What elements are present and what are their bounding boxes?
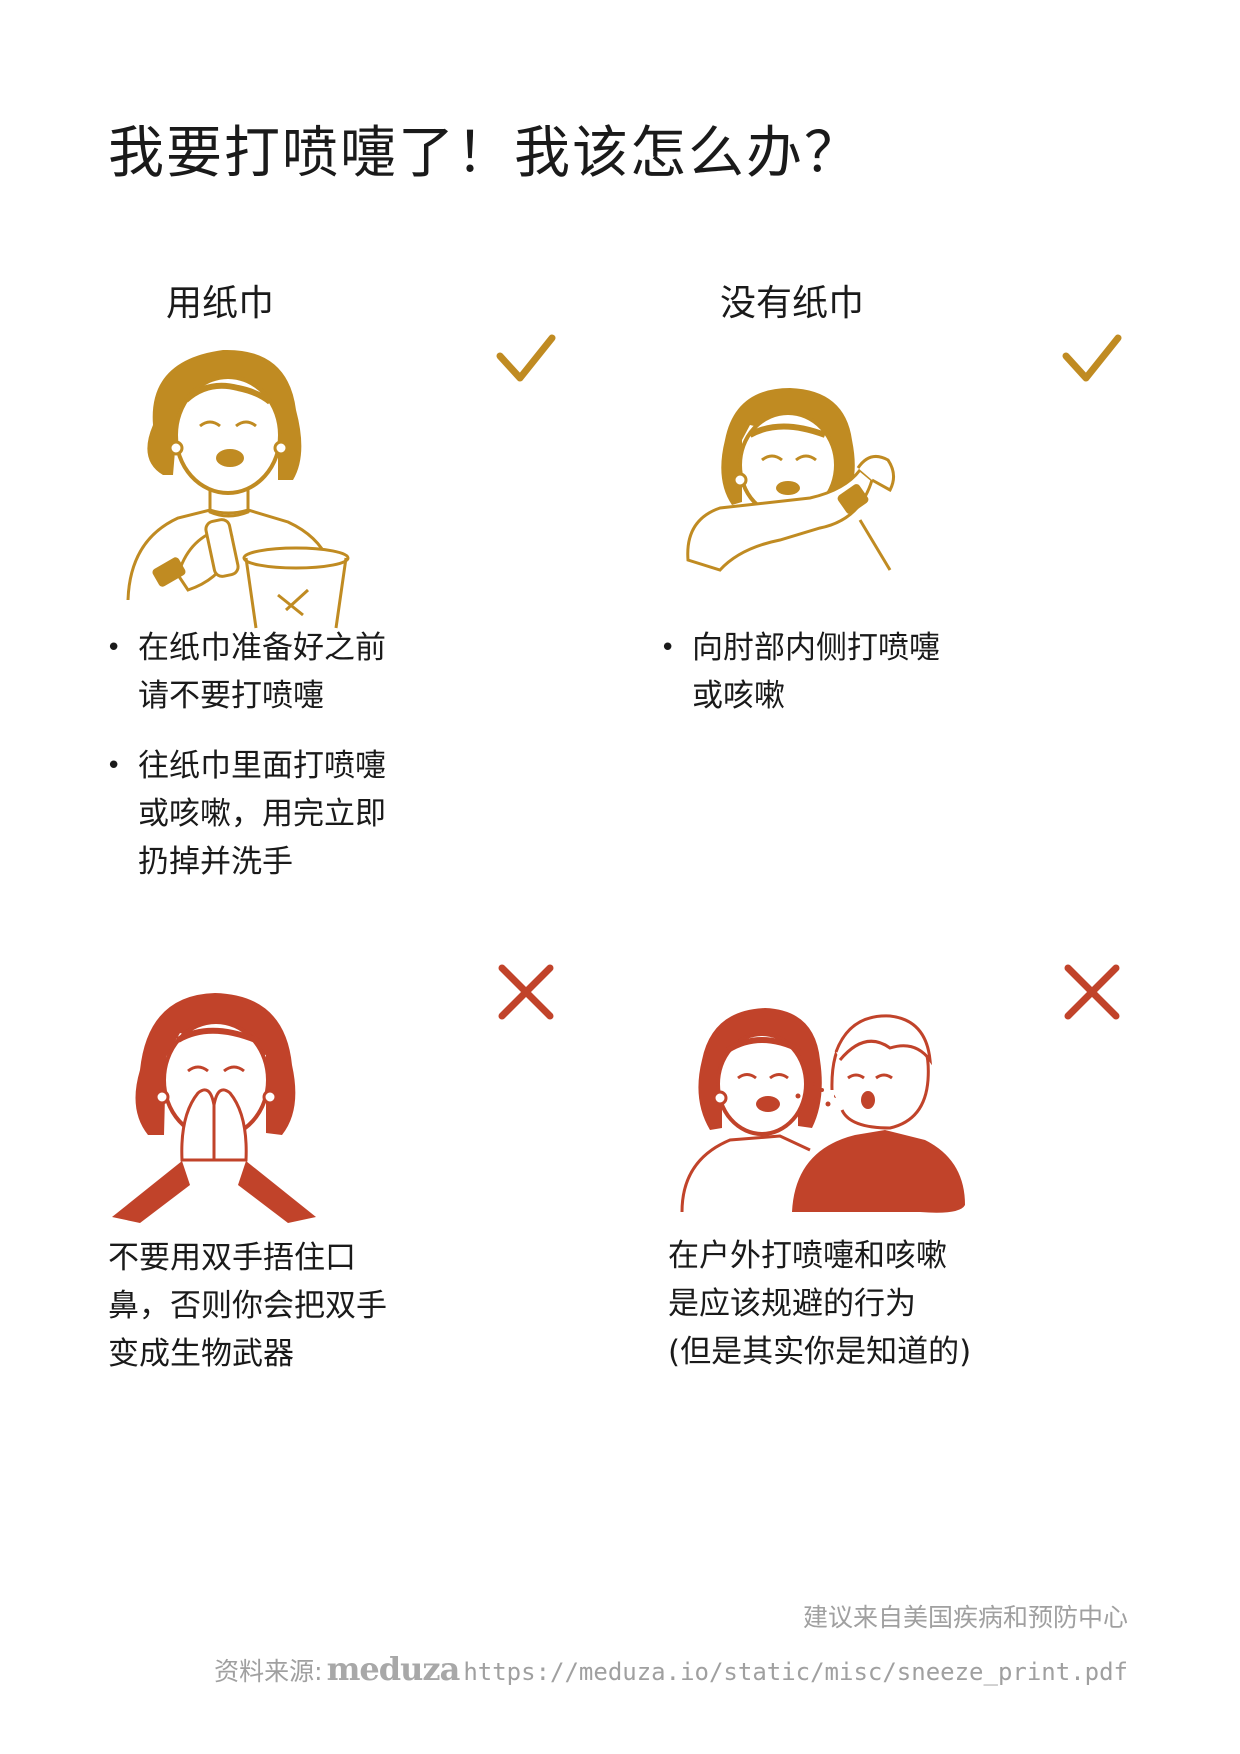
footer-cdc-credit: 建议来自美国疾病和预防中心 (802, 1603, 1128, 1632)
list-item: 往纸巾里面打喷嚏或咳嗽，用完立即扔掉并洗手 (106, 742, 406, 886)
source-label: 资料来源: (214, 1657, 323, 1686)
illustration-sneeze-at-person (680, 1008, 965, 1213)
meduza-logo: meduza (326, 1650, 461, 1688)
no-tissue-bullet-list: 向肘部内侧打喷嚏或咳嗽 (660, 624, 940, 742)
heading-tissue: 用纸巾 (166, 283, 275, 324)
illustration-woman-elbow (686, 388, 895, 572)
list-item: 向肘部内侧打喷嚏或咳嗽 (660, 624, 940, 720)
illustration-woman-tissue (126, 349, 350, 629)
illustration-woman-hands (112, 993, 316, 1223)
hands-warning-text: 不要用双手捂住口鼻，否则你会把双手变成生物武器 (108, 1240, 387, 1372)
outdoor-text-line: 在户外打喷嚏和咳嗽 (668, 1238, 947, 1274)
outdoor-warning-text: 在户外打喷嚏和咳嗽 是应该规避的行为 (但是其实你是知道的) (668, 1232, 1088, 1376)
cross-icon (498, 964, 554, 1020)
footer-source: 资料来源: meduza https://meduza.io/static/mi… (214, 1650, 1128, 1688)
check-icon (1062, 334, 1122, 382)
tissue-bullet-list: 在纸巾准备好之前请不要打喷嚏 往纸巾里面打喷嚏或咳嗽，用完立即扔掉并洗手 (106, 624, 406, 908)
heading-no-tissue: 没有纸巾 (720, 283, 865, 324)
outdoor-text-line: 是应该规避的行为 (668, 1286, 916, 1322)
outdoor-text-line: (但是其实你是知道的) (668, 1334, 972, 1370)
page-title: 我要打喷嚏了！我该怎么办？ (108, 121, 862, 186)
list-item: 在纸巾准备好之前请不要打喷嚏 (106, 624, 406, 720)
cross-icon (1064, 964, 1120, 1020)
source-url[interactable]: https://meduza.io/static/misc/sneeze_pri… (463, 1658, 1128, 1686)
check-icon (496, 334, 556, 382)
